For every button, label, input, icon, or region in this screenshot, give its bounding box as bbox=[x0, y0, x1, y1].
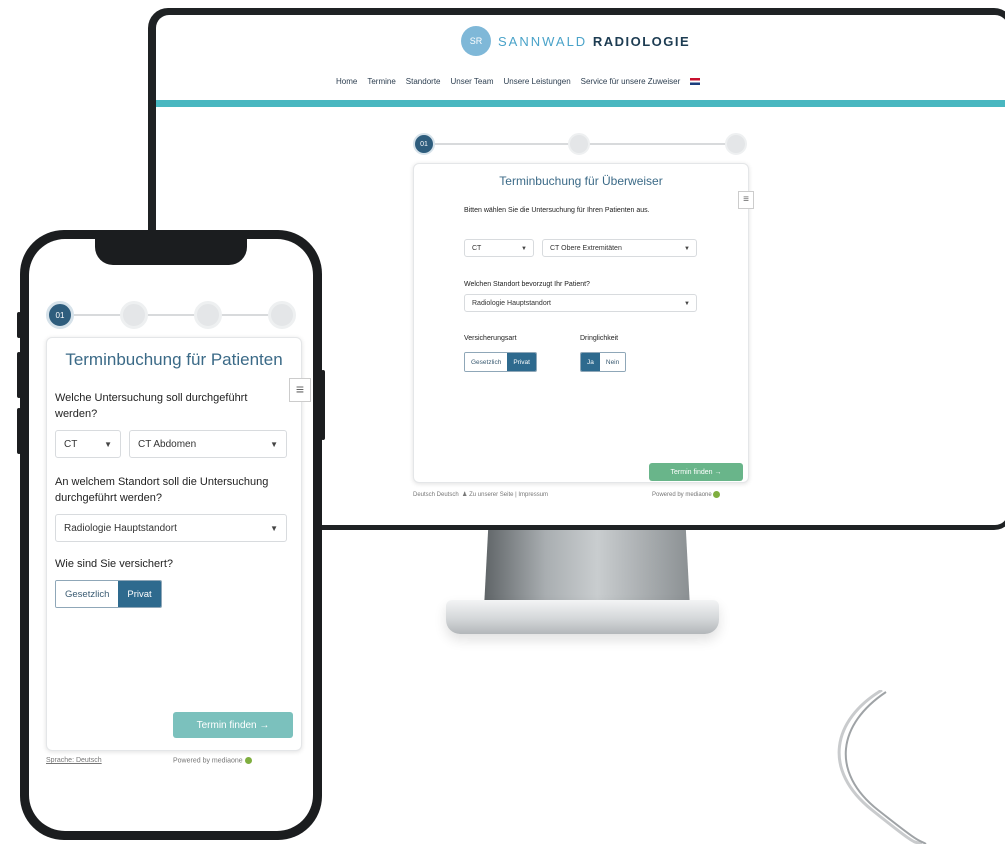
urgency-option-ja[interactable]: Ja bbox=[581, 353, 600, 371]
insurance-option-gesetzlich[interactable]: Gesetzlich bbox=[465, 353, 508, 371]
step-2-dot bbox=[568, 133, 590, 155]
site-header: SR SANNWALD RADIOLOGIE Home Termine Stan… bbox=[156, 15, 1005, 115]
insurance-label: Versicherungsart bbox=[464, 335, 517, 342]
modality-value: CT bbox=[64, 439, 78, 450]
chevron-down-icon: ▼ bbox=[684, 301, 690, 307]
find-appointment-button[interactable]: Termin finden → bbox=[173, 712, 293, 738]
modality-value: CT bbox=[472, 245, 482, 252]
booking-title: Terminbuchung für Patienten bbox=[65, 350, 283, 369]
logo-mark-icon: SR bbox=[461, 26, 491, 56]
location-question: Welchen Standort bevorzugt Ihr Patient? bbox=[464, 281, 590, 288]
location-select[interactable]: Radiologie Hauptstandort ▼ bbox=[464, 294, 697, 312]
language-link[interactable]: Sprache: Deutsch bbox=[46, 757, 102, 764]
exam-value: CT Abdomen bbox=[138, 439, 197, 450]
location-value: Radiologie Hauptstandort bbox=[64, 523, 177, 534]
monitor-stand-neck bbox=[484, 530, 690, 608]
urgency-toggle: Ja Nein bbox=[580, 352, 627, 372]
sprout-icon bbox=[244, 757, 252, 764]
phone-side-button bbox=[17, 352, 21, 398]
language-link[interactable]: Deutsch Deutsch bbox=[413, 492, 459, 498]
mobile-phone: 01 Terminbuchung für Patienten ≡ Welche … bbox=[17, 230, 325, 840]
top-nav: Home Termine Standorte Unser Team Unsere… bbox=[336, 77, 710, 86]
step-3-dot bbox=[725, 133, 747, 155]
location-question: An welchem Standort soll die Untersuchun… bbox=[55, 476, 269, 504]
desktop-booking-card: Terminbuchung für Überweiser ≡ Bitten wä… bbox=[413, 163, 754, 483]
insurance-toggle: Gesetzlich Privat bbox=[464, 352, 537, 372]
step-4-dot bbox=[268, 301, 296, 329]
exam-select[interactable]: CT Obere Extremitäten ▼ bbox=[542, 239, 697, 257]
stepper-line bbox=[60, 314, 282, 316]
site-links[interactable]: Zu unserer Seite | Impressum bbox=[469, 492, 548, 498]
hamburger-menu-icon[interactable]: ≡ bbox=[289, 378, 311, 402]
monitor-stand-base bbox=[446, 600, 719, 634]
phone-side-button bbox=[321, 370, 325, 440]
logo-text-light: SANNWALD bbox=[498, 33, 588, 49]
powered-by[interactable]: Powered by mediaone bbox=[173, 757, 243, 764]
step-2-dot bbox=[120, 301, 148, 329]
nav-item-zuweiser[interactable]: Service für unsere Zuweiser bbox=[581, 77, 681, 86]
phone-side-button bbox=[17, 408, 21, 454]
nav-item-standorte[interactable]: Standorte bbox=[406, 77, 441, 86]
urgency-label: Dringlichkeit bbox=[580, 335, 619, 342]
desktop-stepper: 01 bbox=[413, 133, 753, 155]
exam-select[interactable]: CT Abdomen ▼ bbox=[129, 430, 287, 458]
header-accent-bar bbox=[156, 100, 1005, 107]
logo-text: SANNWALD RADIOLOGIE bbox=[498, 34, 690, 49]
phone-side-button bbox=[17, 312, 21, 338]
insurance-question: Wie sind Sie versichert? bbox=[55, 558, 173, 570]
exam-value: CT Obere Extremitäten bbox=[550, 245, 622, 252]
chevron-down-icon: ▼ bbox=[270, 524, 278, 533]
modality-select[interactable]: CT ▼ bbox=[464, 239, 534, 257]
powered-by[interactable]: Powered by mediaone bbox=[652, 492, 712, 498]
nav-item-team[interactable]: Unser Team bbox=[451, 77, 494, 86]
insurance-option-privat[interactable]: Privat bbox=[118, 581, 161, 607]
location-value: Radiologie Hauptstandort bbox=[472, 300, 551, 307]
exam-question: Bitten wählen Sie die Untersuchung für I… bbox=[464, 207, 650, 214]
booking-title: Terminbuchung für Überweiser bbox=[499, 174, 663, 188]
exam-question: Welche Untersuchung soll durchgeführt we… bbox=[55, 392, 248, 420]
step-1-dot: 01 bbox=[46, 301, 74, 329]
stethoscope-decoration bbox=[837, 690, 927, 844]
nav-item-termine[interactable]: Termine bbox=[367, 77, 395, 86]
hamburger-menu-icon[interactable]: ≡ bbox=[738, 191, 754, 209]
chevron-down-icon: ▼ bbox=[521, 246, 527, 252]
urgency-option-nein[interactable]: Nein bbox=[599, 353, 626, 371]
phone-stepper: 01 bbox=[46, 301, 296, 329]
insurance-toggle: Gesetzlich Privat bbox=[55, 580, 162, 608]
nav-item-leistungen[interactable]: Unsere Leistungen bbox=[503, 77, 570, 86]
chevron-down-icon: ▼ bbox=[104, 440, 112, 449]
insurance-option-gesetzlich[interactable]: Gesetzlich bbox=[56, 581, 119, 607]
modality-select[interactable]: CT ▼ bbox=[55, 430, 121, 458]
phone-booking-card: Terminbuchung für Patienten ≡ Welche Unt… bbox=[46, 337, 311, 751]
phone-screen: 01 Terminbuchung für Patienten ≡ Welche … bbox=[29, 239, 313, 831]
step-3-dot bbox=[194, 301, 222, 329]
site-logo[interactable]: SR SANNWALD RADIOLOGIE bbox=[461, 25, 690, 57]
flag-uk-icon[interactable] bbox=[690, 78, 701, 85]
phone-footer-right: Powered by mediaone bbox=[173, 757, 252, 764]
person-icon: ♟ bbox=[462, 492, 468, 498]
desktop-footer-left: Deutsch Deutsch ♟ Zu unserer Seite | Imp… bbox=[413, 491, 548, 498]
phone-notch bbox=[95, 239, 247, 265]
desktop-footer-right: Powered by mediaone bbox=[652, 491, 721, 498]
step-1-dot: 01 bbox=[413, 133, 435, 155]
sprout-icon bbox=[713, 491, 721, 498]
location-select[interactable]: Radiologie Hauptstandort ▼ bbox=[55, 514, 287, 542]
insurance-option-privat[interactable]: Privat bbox=[507, 353, 536, 371]
chevron-down-icon: ▼ bbox=[684, 246, 690, 252]
chevron-down-icon: ▼ bbox=[270, 440, 278, 449]
nav-item-home[interactable]: Home bbox=[336, 77, 357, 86]
logo-text-bold: RADIOLOGIE bbox=[592, 33, 691, 49]
find-appointment-button[interactable]: Termin finden → bbox=[649, 463, 743, 481]
